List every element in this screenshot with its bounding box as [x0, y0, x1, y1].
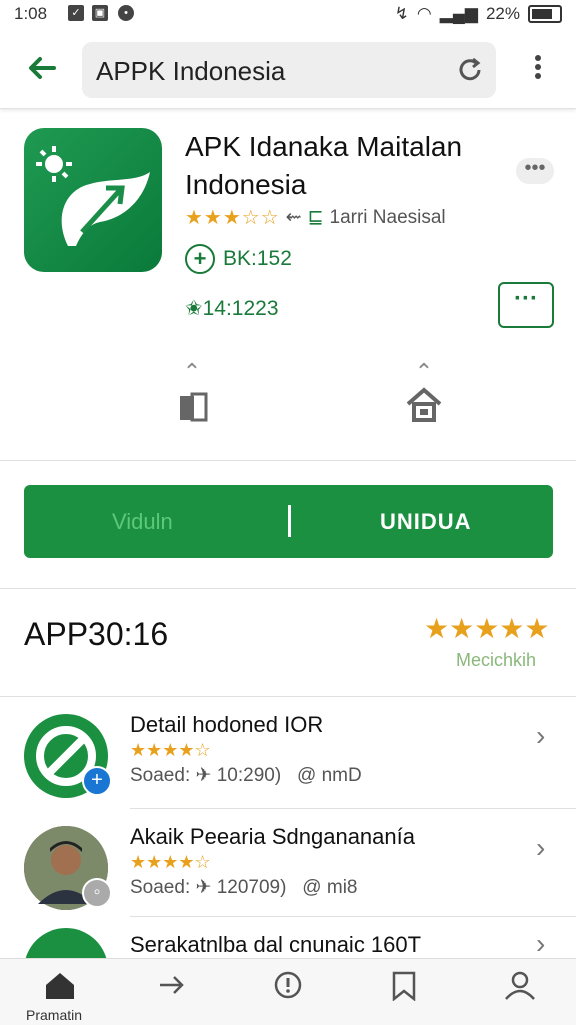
list-item-meta: Soaed: ✈ 120709) @ mi8 [130, 876, 358, 899]
chevron-right-icon[interactable]: › [536, 928, 545, 958]
install-button-label[interactable]: UNIDUA [380, 509, 472, 535]
bottom-nav: Pramatin [0, 958, 576, 1025]
at-icon: @ [297, 765, 317, 786]
nav-home-label[interactable]: Pramatin [26, 1007, 82, 1023]
share-icon: ⇜ [285, 207, 302, 228]
more-chip[interactable]: ••• [516, 158, 554, 184]
refresh-icon [459, 57, 481, 81]
chevron-up-icon: ⌃ [414, 359, 434, 384]
home-icon [46, 973, 74, 999]
divider [0, 588, 576, 589]
battery-icon [528, 5, 562, 23]
vibrate-icon: ↯ [394, 4, 409, 23]
app-bar: APPK Indonesia [0, 30, 576, 109]
list-item-title: Akaik Peearia Sdnganananía [130, 824, 415, 849]
downloads-star-icon: ✬ [185, 297, 203, 320]
document-icon [180, 392, 208, 422]
back-arrow-icon [29, 57, 56, 79]
nav-forward[interactable] [142, 969, 202, 1009]
section-title: APP30:16 [24, 616, 169, 652]
list-item-stars: ★★★★☆ [130, 740, 211, 760]
overflow-menu-button[interactable] [528, 52, 548, 88]
app-logo-icon [36, 146, 150, 246]
nav-library[interactable] [374, 969, 434, 1009]
back-button[interactable] [22, 48, 62, 88]
search-field[interactable]: APPK Indonesia [82, 42, 496, 98]
status-badge-icon: ◦ [82, 878, 112, 908]
app-title: APK Idanaka Maitalan Indonesia [185, 131, 463, 200]
list-item[interactable]: Serakatnlba dal cnunaic 160T › [0, 918, 576, 958]
meta-right: nmD [321, 765, 362, 786]
list-item-title: Serakatnlba dal cnunaic 160T [130, 932, 422, 957]
nav-home[interactable] [30, 969, 90, 1009]
signal-icon: ▂▄▆ [439, 4, 478, 23]
install-left-label[interactable]: Viduln [112, 509, 173, 535]
nav-profile[interactable] [490, 969, 550, 1009]
downloads-row: ✬14:1223 [185, 296, 279, 321]
refresh-button[interactable] [454, 54, 486, 86]
status-bar: 1:08 ✓ ▣ • ↯ ◠ ▂▄▆ 22% [0, 0, 576, 30]
section-label: Mecichkih [456, 650, 537, 670]
divider [130, 916, 576, 917]
list-item-stars: ★★★★☆ [130, 852, 211, 872]
meta-label: Soaed: [130, 877, 191, 898]
bookmark-icon: ⊑ [307, 207, 324, 228]
pin-icon: ✈ [195, 765, 212, 786]
notification-icon: ✓ [68, 5, 84, 21]
search-text[interactable]: APPK Indonesia [96, 56, 285, 87]
install-bar[interactable]: Viduln UNIDUA [24, 485, 553, 558]
install-separator [288, 505, 291, 537]
status-right: ↯ ◠ ▂▄▆ 22% [395, 4, 562, 24]
at-icon: @ [302, 877, 322, 898]
pin-icon: ✈ [195, 877, 212, 898]
meta-right: mi8 [326, 877, 358, 898]
chevron-right-icon[interactable]: › [536, 832, 545, 864]
nav-info[interactable] [258, 969, 318, 1009]
person-icon [505, 971, 535, 1000]
rating-stars: ★★★☆☆ [185, 207, 280, 229]
avatar: ◦ [24, 826, 112, 910]
record-icon: • [118, 5, 134, 21]
chevron-right-icon[interactable]: › [536, 720, 545, 752]
app-size: BK:152 [223, 247, 292, 270]
wifi-icon: ◠ [416, 4, 432, 23]
rating-label: 1arri Naesisal [329, 206, 446, 228]
battery-percent: 22% [485, 4, 520, 23]
house-icon [406, 387, 442, 422]
avatar [24, 928, 108, 958]
avatar: + [24, 714, 112, 798]
home-action[interactable]: ⌃ [394, 359, 454, 432]
share-action[interactable]: ⌃ [162, 359, 222, 432]
divider [0, 460, 576, 461]
list-item[interactable]: + Detail hodoned IOR ★★★★☆ Soaed: ✈ 10:2… [0, 698, 576, 806]
arrow-right-icon [160, 976, 184, 994]
status-time: 1:08 [14, 4, 48, 23]
meta-value: 10:290) [216, 765, 282, 786]
downloads-label: 14:1223 [202, 297, 279, 320]
section-stars: ★★★★★ [424, 613, 550, 644]
list-item-meta: Soaed: ✈ 10:290) @ nmD [130, 764, 362, 787]
info-icon [274, 971, 302, 999]
meta-value: 120709) [216, 877, 287, 898]
list-item-title: Detail hodoned IOR [130, 712, 324, 737]
bookmark-icon [392, 971, 416, 1002]
add-icon[interactable]: + [185, 244, 215, 274]
app-options-button[interactable]: ··· [498, 282, 554, 328]
app-icon [24, 128, 162, 272]
list-item[interactable]: ◦ Akaik Peearia Sdnganananía ★★★★☆ Soaed… [0, 810, 576, 918]
gallery-icon: ▣ [92, 5, 108, 21]
add-badge-icon: + [82, 766, 112, 796]
chevron-up-icon: ⌃ [182, 359, 202, 384]
meta-label: Soaed: [130, 765, 191, 786]
divider [0, 696, 576, 697]
size-row: + BK:152 [185, 244, 292, 274]
rating-row: ★★★☆☆ ⇜ ⊑ 1arri Naesisal [185, 205, 446, 230]
divider [130, 808, 576, 809]
